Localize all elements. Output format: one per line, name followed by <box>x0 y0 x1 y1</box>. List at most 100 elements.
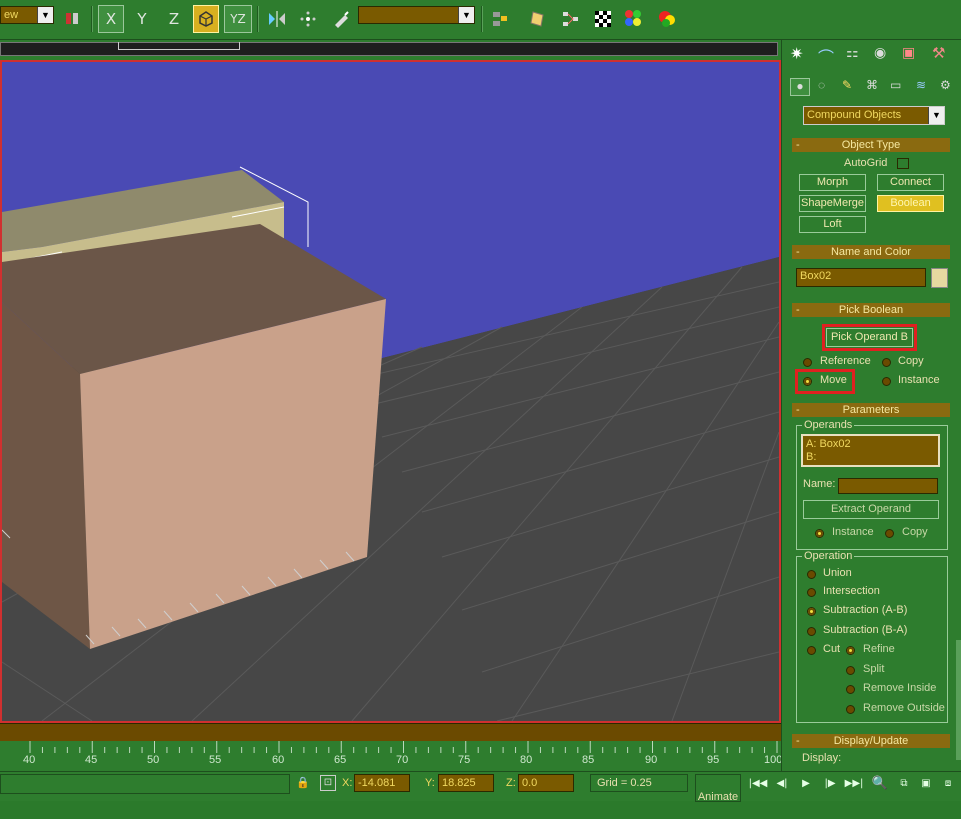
previous-frame-icon[interactable]: ◀| <box>772 774 792 792</box>
view-dropdown-value: ew <box>4 9 19 21</box>
time-slider-track[interactable] <box>0 42 778 56</box>
axis-yz-button[interactable]: YZ <box>224 5 252 33</box>
remove-outside-label: Remove Outside <box>863 702 945 714</box>
display-tab-icon[interactable]: ▣ <box>902 44 915 61</box>
extract-operand-button[interactable]: Extract Operand <box>803 500 939 519</box>
y-value: 18.825 <box>442 777 476 789</box>
panel-scrollbar[interactable] <box>956 640 961 760</box>
ruler-ticks <box>29 741 778 753</box>
cut-radio[interactable] <box>807 646 816 655</box>
time-slider-thumb[interactable] <box>118 42 240 50</box>
refine-radio[interactable] <box>846 646 855 655</box>
track-bar-strip[interactable] <box>0 723 781 741</box>
axis-x-button[interactable]: X <box>98 5 124 33</box>
zoom-extents-all-icon[interactable]: ⧈ <box>938 774 958 792</box>
reference-radio[interactable] <box>803 358 812 367</box>
remove-inside-radio[interactable] <box>846 685 855 694</box>
morph-button[interactable]: Morph <box>799 174 866 191</box>
object-color-swatch[interactable] <box>931 268 948 288</box>
connect-button[interactable]: Connect <box>877 174 944 191</box>
axis-z-button[interactable]: Z <box>161 5 187 33</box>
zoom-extents-icon[interactable]: ▣ <box>916 774 936 792</box>
shapemerge-button[interactable]: ShapeMerge <box>799 195 866 212</box>
cameras-icon[interactable]: ⌘ <box>866 78 878 92</box>
subtraction-ba-radio[interactable] <box>807 627 816 636</box>
create-category-row: ● ◌ ✎ ⌘ ▭ ≋ ⚙ <box>788 76 958 98</box>
lights-icon[interactable]: ✎ <box>842 78 852 92</box>
operand-a-item[interactable]: A: Box02 <box>806 438 935 451</box>
animate-button[interactable]: Animate <box>695 774 741 803</box>
absolute-mode-icon[interactable]: ⊡ <box>320 775 336 791</box>
lock-icon[interactable]: 🔒 <box>296 776 310 789</box>
subtraction-ab-radio[interactable] <box>807 607 816 616</box>
systems-icon[interactable]: ⚙ <box>940 78 951 92</box>
helpers-icon[interactable]: ▭ <box>890 78 901 92</box>
perspective-viewport[interactable] <box>0 60 781 723</box>
union-radio[interactable] <box>807 570 816 579</box>
display-update-rollout-header[interactable]: - Display/Update <box>792 734 950 748</box>
view-dropdown[interactable]: ew ▼ <box>0 6 54 24</box>
object-name-field[interactable]: Box02 <box>796 268 926 287</box>
x-coordinate-field[interactable]: -14.081 <box>354 774 410 792</box>
material-editor-icon[interactable] <box>590 5 616 33</box>
z-coordinate-field[interactable]: 0.0 <box>518 774 574 792</box>
hierarchy-tab-icon[interactable]: ⚏ <box>846 44 859 61</box>
space-warps-icon[interactable]: ≋ <box>916 78 926 92</box>
zoom-all-icon[interactable]: ⧉ <box>894 774 914 792</box>
track-bar[interactable]: 40 45 50 55 60 65 70 75 80 85 90 95 100 <box>0 723 782 771</box>
operands-list[interactable]: A: Box02 B: <box>801 434 940 467</box>
chevron-down-icon[interactable]: ▼ <box>928 107 944 124</box>
create-tab-icon[interactable]: ✷ <box>790 44 803 64</box>
tick-label: 45 <box>85 754 98 766</box>
extract-copy-radio[interactable] <box>885 529 894 538</box>
y-coordinate-field[interactable]: 18.825 <box>438 774 494 792</box>
parameters-rollout-header[interactable]: - Parameters <box>792 403 950 417</box>
chevron-down-icon[interactable]: ▼ <box>37 7 53 23</box>
object-type-rollout-header[interactable]: - Object Type <box>792 138 950 152</box>
pick-operand-b-button[interactable]: Pick Operand B <box>826 328 913 347</box>
instance-radio[interactable] <box>882 377 891 386</box>
pick-boolean-rollout-header[interactable]: - Pick Boolean <box>792 303 950 317</box>
operand-b-item[interactable]: B: <box>806 451 935 464</box>
quick-render-icon[interactable] <box>654 5 680 33</box>
boolean-button[interactable]: Boolean <box>877 195 944 212</box>
align-icon[interactable] <box>295 5 321 33</box>
name-color-rollout-header[interactable]: - Name and Color <box>792 245 950 259</box>
operands-label: Operands <box>802 419 855 431</box>
go-to-end-icon[interactable]: ▶▶| <box>844 774 864 792</box>
normal-align-icon[interactable] <box>328 5 354 33</box>
schematic-view-icon[interactable] <box>558 5 584 33</box>
curve-editor-icon[interactable] <box>524 5 550 33</box>
go-to-start-icon[interactable]: |◀◀ <box>748 774 768 792</box>
mirror-icon[interactable] <box>264 5 290 33</box>
render-setup-icon[interactable] <box>621 5 647 33</box>
next-frame-icon[interactable]: |▶ <box>820 774 840 792</box>
move-radio[interactable] <box>803 377 812 386</box>
autogrid-checkbox[interactable] <box>897 158 909 169</box>
snapshot-icon[interactable] <box>60 5 86 33</box>
modify-tab-icon[interactable]: ⌒ <box>818 44 834 68</box>
button-label: ShapeMerge <box>801 197 864 209</box>
chevron-down-icon[interactable]: ▼ <box>458 7 474 23</box>
intersection-radio[interactable] <box>807 588 816 597</box>
extract-instance-radio[interactable] <box>815 529 824 538</box>
operand-name-field[interactable] <box>838 478 938 494</box>
utilities-tab-icon[interactable]: ⚒ <box>932 44 945 62</box>
axis-z-label: Z <box>168 10 180 28</box>
zoom-icon[interactable]: 🔍 <box>870 774 890 792</box>
split-radio[interactable] <box>846 666 855 675</box>
named-selection-dropdown[interactable]: ▼ <box>358 6 475 24</box>
geometry-icon[interactable]: ● <box>790 78 810 96</box>
layers-icon[interactable] <box>487 5 513 33</box>
reference-label: Reference <box>820 355 871 367</box>
display-label: Display: <box>802 752 842 764</box>
axis-constraint-icon[interactable] <box>193 5 219 33</box>
copy-radio[interactable] <box>882 358 891 367</box>
play-icon[interactable]: ▶ <box>796 774 816 792</box>
axis-y-button[interactable]: Y <box>129 5 155 33</box>
loft-button[interactable]: Loft <box>799 216 866 233</box>
remove-outside-radio[interactable] <box>846 705 855 714</box>
category-dropdown[interactable]: Compound Objects ▼ <box>803 106 945 125</box>
shapes-icon[interactable]: ◌ <box>818 78 825 92</box>
motion-tab-icon[interactable]: ◉ <box>874 44 886 61</box>
